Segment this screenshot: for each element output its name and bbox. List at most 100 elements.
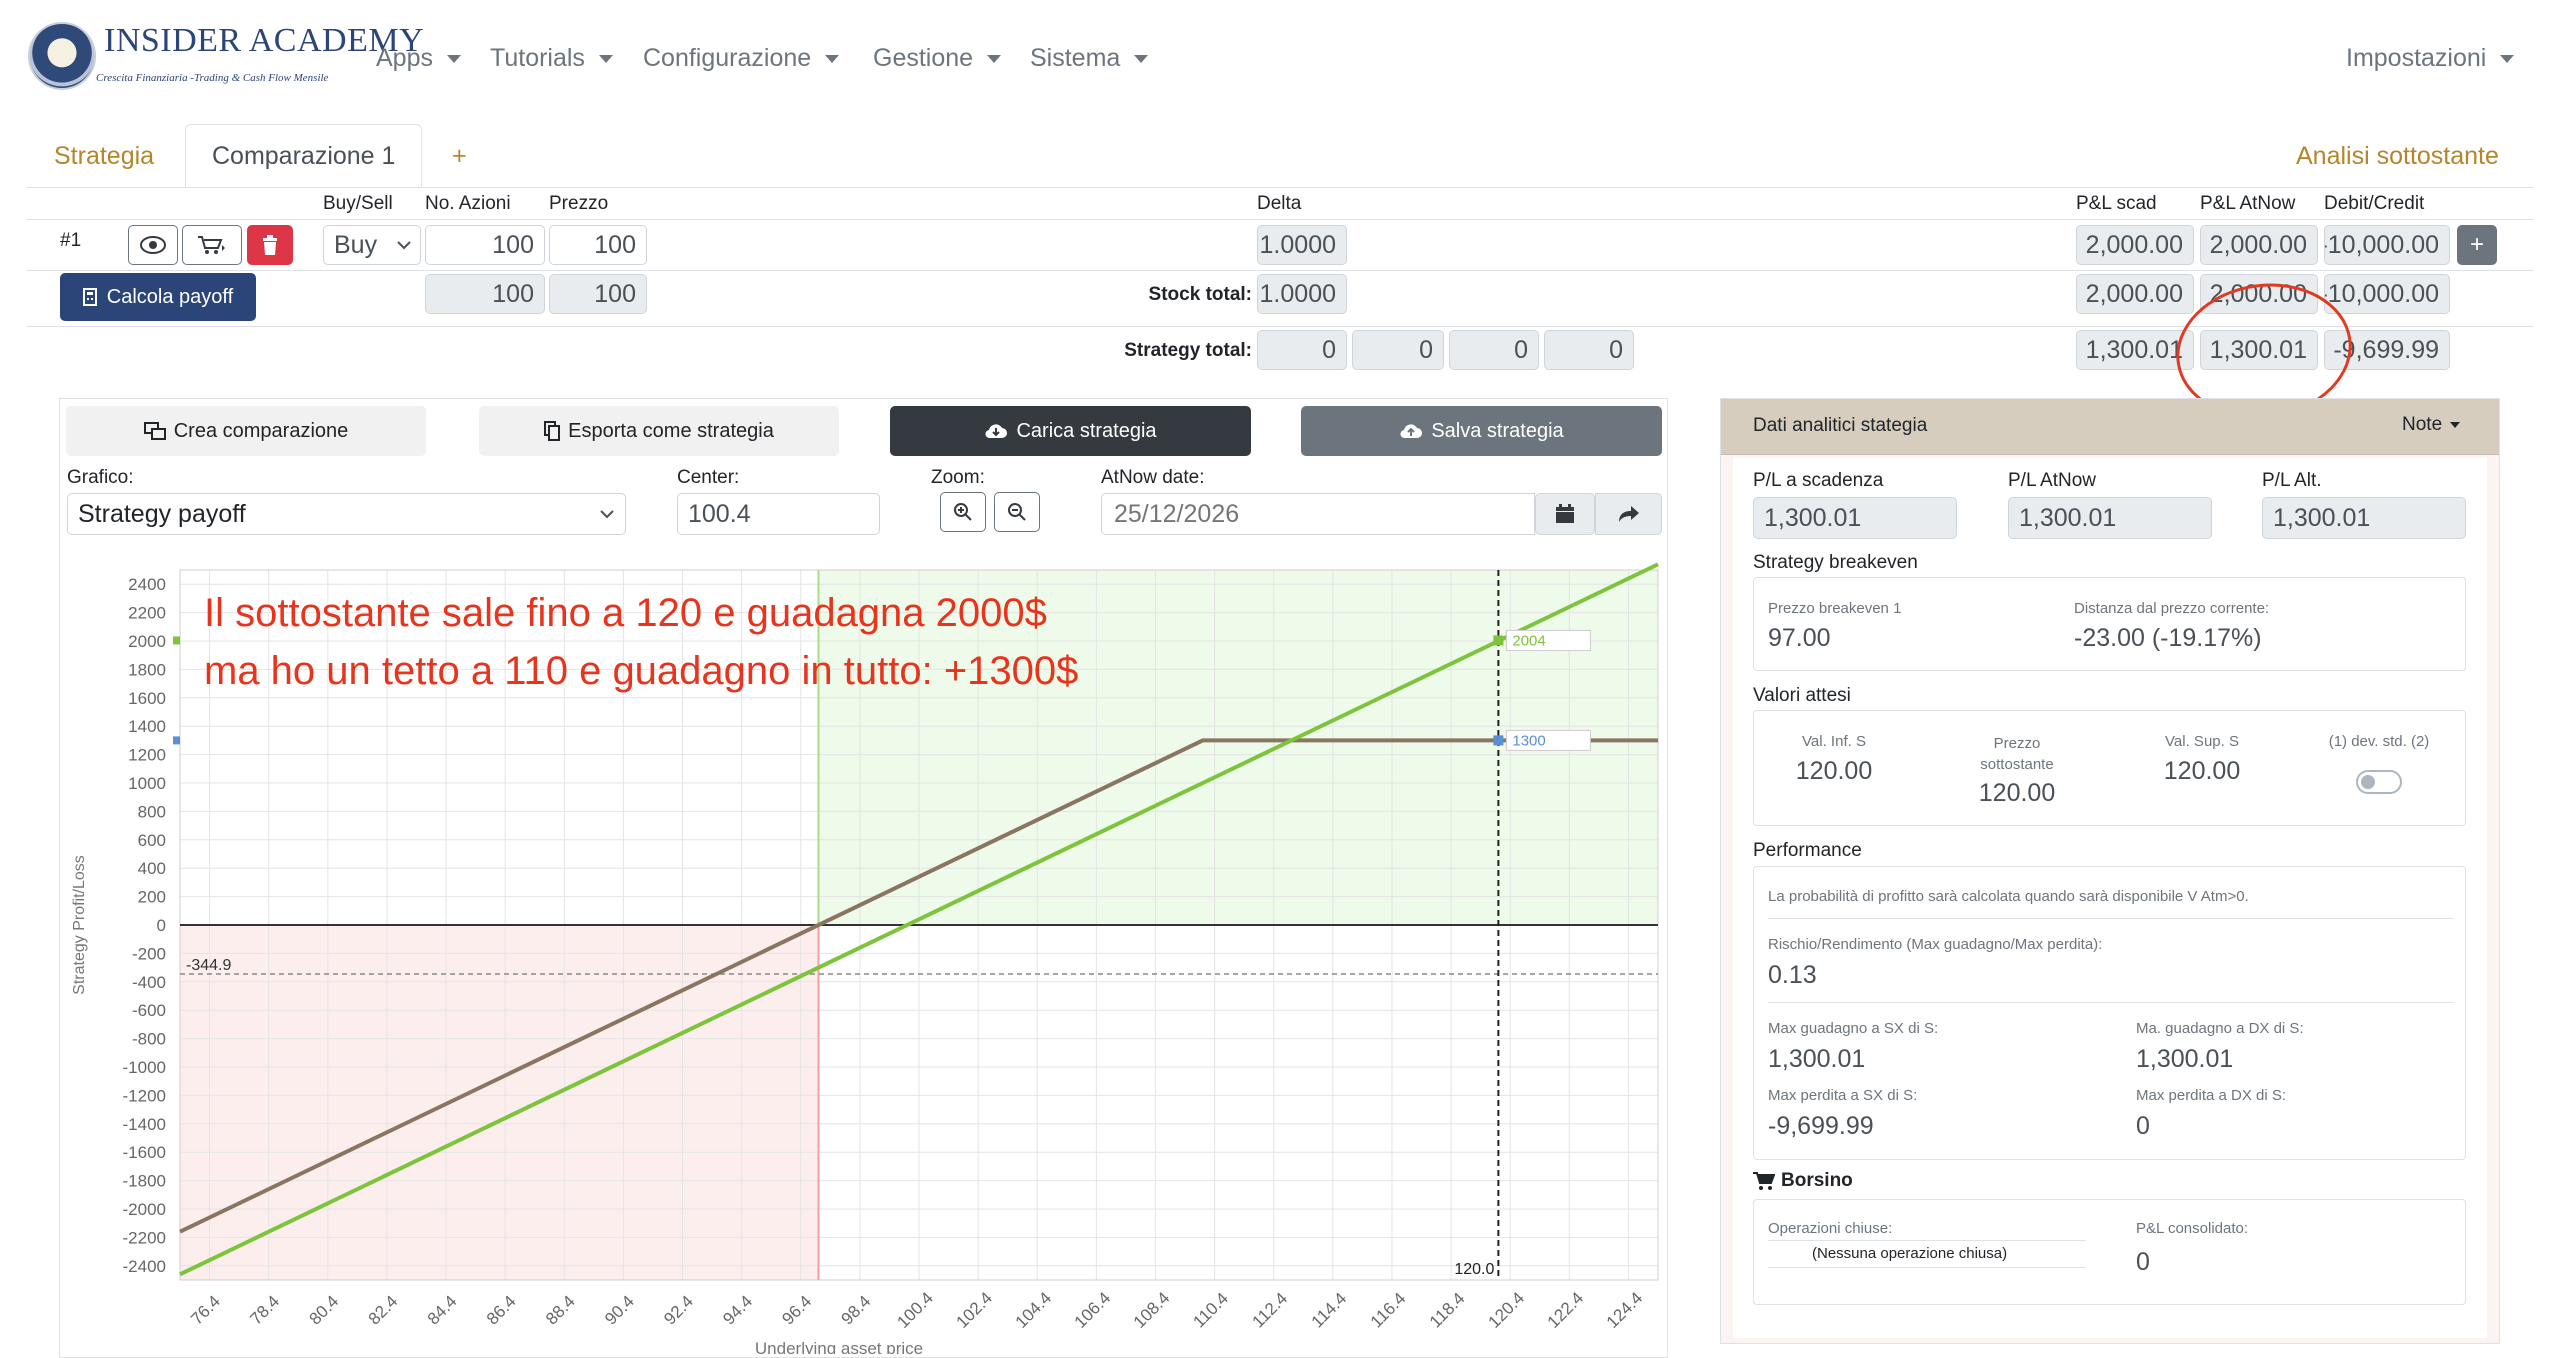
- delete-button[interactable]: [247, 225, 293, 265]
- x-tick-label: 80.4: [305, 1292, 342, 1329]
- stock-total-price: 100: [549, 274, 647, 314]
- max-loss-sx-value: -9,699.99: [1768, 1112, 1874, 1140]
- x-tick-label: 112.4: [1249, 1289, 1292, 1332]
- nav-impostazioni[interactable]: Impostazioni: [2346, 44, 2515, 73]
- x-tick-label: 102.4: [952, 1288, 996, 1332]
- atnow-date-input[interactable]: [1101, 493, 1535, 535]
- nav-tutorials[interactable]: Tutorials: [490, 44, 613, 73]
- header-shares: No. Azioni: [425, 193, 511, 214]
- y-tick-label: 2400: [128, 575, 166, 594]
- borsino-title: Borsino: [1753, 1170, 1853, 1192]
- val-sup-value: 120.00: [2163, 757, 2241, 785]
- zoom-out-button[interactable]: [994, 492, 1040, 532]
- pl-scadenza-label: P/L a scadenza: [1753, 470, 1884, 491]
- x-tick-label: 124.4: [1603, 1288, 1647, 1332]
- compare-icon: [143, 422, 166, 440]
- annotation-line-1: Il sottostante sale fino a 120 e guadagn…: [204, 591, 1047, 635]
- nav-apps[interactable]: Apps: [376, 44, 461, 73]
- y-tick-label: -2200: [123, 1228, 166, 1247]
- y-tick-label: 600: [138, 831, 166, 850]
- price-input[interactable]: 100: [549, 225, 647, 265]
- header-pl-atnow: P&L AtNow: [2200, 193, 2296, 214]
- nav-gestione[interactable]: Gestione: [873, 44, 1002, 73]
- cart-icon: [1753, 1172, 1775, 1190]
- x-tick-label: 86.4: [483, 1292, 520, 1329]
- y-tick-label: -2000: [123, 1200, 166, 1219]
- cloud-upload-icon: [1400, 424, 1423, 439]
- x-tick-label: 94.4: [719, 1292, 756, 1329]
- cart-button[interactable]: [182, 225, 242, 265]
- salva-strategia-button[interactable]: Salva strategia: [1301, 406, 1662, 456]
- cart-icon: [198, 236, 225, 254]
- share-button[interactable]: [1595, 493, 1662, 535]
- y-tick-label: 1000: [128, 774, 166, 793]
- breakeven-1-label: Prezzo breakeven 1: [1768, 600, 1902, 617]
- pl-consolidated-value: 0: [2136, 1248, 2150, 1276]
- crea-comparazione-button[interactable]: Crea comparazione: [66, 406, 426, 456]
- dev-std-toggle[interactable]: [2356, 770, 2402, 794]
- y-tick-label: 2200: [128, 604, 166, 623]
- x-tick-label: 76.4: [187, 1292, 224, 1329]
- y-tick-label: -600: [132, 1001, 166, 1020]
- tab-analisi-sottostante[interactable]: Analisi sottostante: [2270, 124, 2525, 188]
- view-button[interactable]: [128, 225, 178, 265]
- esporta-strategia-button[interactable]: Esporta come strategia: [479, 406, 839, 456]
- dev-std-label: (1) dev. std. (2): [2328, 733, 2430, 750]
- chevron-down-icon: [446, 54, 461, 63]
- y-tick-label: 200: [138, 888, 166, 907]
- logo-subtitle: Crescita Finanziaria -Trading & Cash Flo…: [96, 72, 329, 84]
- atnow-date-label: AtNow date:: [1101, 467, 1205, 488]
- max-loss-sx-label: Max perdita a SX di S:: [1768, 1087, 1918, 1104]
- performance-title: Performance: [1753, 840, 1862, 861]
- grafico-label: Grafico:: [67, 467, 134, 488]
- share-icon: [1618, 506, 1639, 522]
- side-select[interactable]: Buy: [323, 225, 421, 265]
- y-tick-label: 1400: [128, 717, 166, 736]
- pl-atnow-panel-field: 1,300.01: [2008, 497, 2212, 539]
- academy-logo[interactable]: [28, 22, 96, 90]
- tab-comparazione-1[interactable]: Comparazione 1: [185, 124, 423, 188]
- nav-sistema[interactable]: Sistema: [1030, 44, 1149, 73]
- nav-configurazione[interactable]: Configurazione: [643, 44, 840, 73]
- calculator-icon: [82, 288, 97, 306]
- add-leg-button[interactable]: +: [2457, 225, 2497, 265]
- strategy-greek-3: 0: [1449, 330, 1539, 370]
- risk-reward-label: Rischio/Rendimento (Max guadagno/Max per…: [1768, 936, 2103, 953]
- header-delta: Delta: [1257, 193, 1302, 214]
- y-tick-label: 1200: [128, 746, 166, 765]
- divider: [1768, 1240, 2086, 1241]
- calendar-button[interactable]: [1535, 493, 1595, 535]
- zoom-label: Zoom:: [931, 467, 985, 488]
- calcola-payoff-button[interactable]: Calcola payoff: [60, 273, 256, 321]
- debit-credit-field: -10,000.00: [2324, 225, 2450, 265]
- delta-field: 1.0000: [1257, 225, 1347, 265]
- tab-add[interactable]: +: [426, 124, 493, 188]
- x-tick-label: 98.4: [838, 1292, 875, 1329]
- distance-value: -23.00 (-19.17%): [2074, 624, 2262, 652]
- pl-alt-label: P/L Alt.: [2262, 470, 2322, 491]
- probability-note: La probabilità di profitto sarà calcolat…: [1768, 888, 2249, 905]
- y-tick-label: -1800: [123, 1172, 166, 1191]
- max-gain-sx-label: Max guadagno a SX di S:: [1768, 1020, 1939, 1037]
- note-dropdown[interactable]: Note: [2402, 414, 2461, 436]
- max-gain-dx-value: 1,300.01: [2136, 1045, 2234, 1073]
- underlying-price-value: 120.00: [1978, 779, 2056, 807]
- x-tick-label: 88.4: [542, 1292, 579, 1329]
- y-tick-label: -200: [132, 944, 166, 963]
- shares-input[interactable]: 100: [425, 225, 545, 265]
- tab-strategia[interactable]: Strategia: [28, 124, 180, 188]
- x-tick-label: 106.4: [1071, 1288, 1115, 1332]
- y-tick-label: 1600: [128, 689, 166, 708]
- strategy-greek-1: 0: [1257, 330, 1347, 370]
- cursor-label: 120.0: [1454, 1261, 1494, 1278]
- grafico-select[interactable]: Strategy payoff: [67, 493, 626, 535]
- strategy-greek-2: 0: [1352, 330, 1444, 370]
- carica-strategia-button[interactable]: Carica strategia: [890, 406, 1251, 456]
- tab-divider: [26, 187, 2534, 188]
- x-tick-label: 116.4: [1367, 1289, 1410, 1332]
- center-input[interactable]: 100.4: [677, 493, 880, 535]
- y-tick-label: 400: [138, 859, 166, 878]
- y-tick-label: 2000: [128, 632, 166, 651]
- zoom-in-button[interactable]: [940, 492, 986, 532]
- calendar-icon: [1556, 504, 1574, 523]
